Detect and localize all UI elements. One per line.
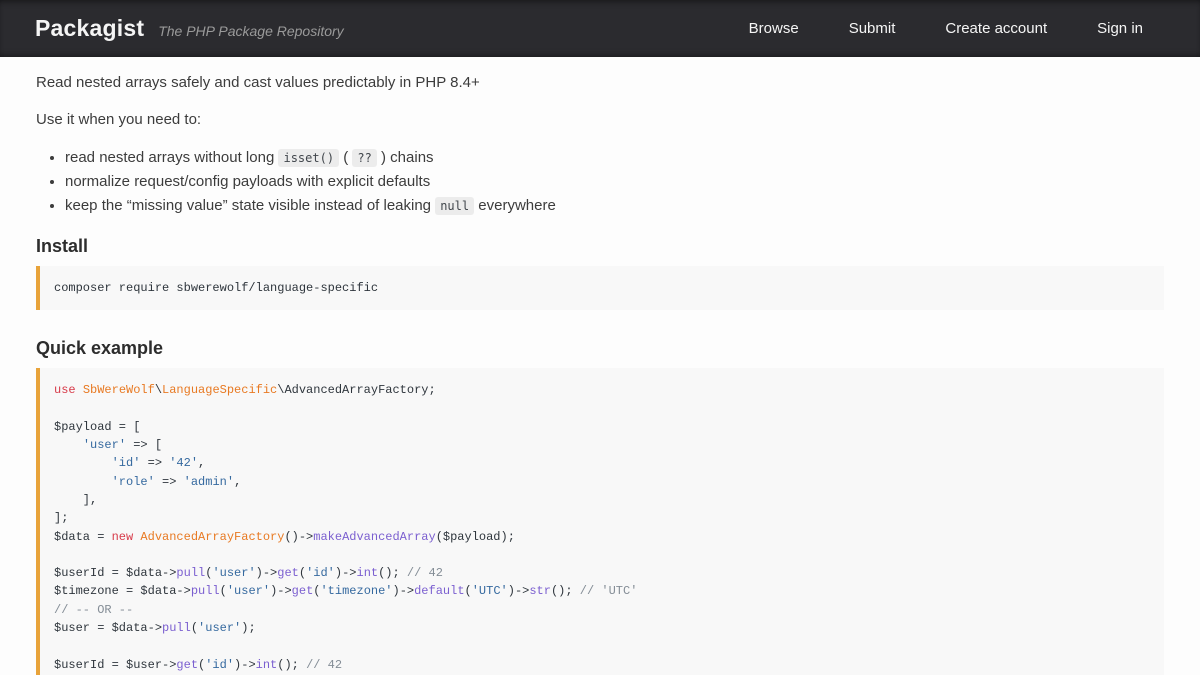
list-item: normalize request/config payloads with e… [65,170,1164,193]
install-command: composer require sbwerewolf/language-spe… [54,281,378,295]
readme-content: Read nested arrays safely and cast value… [0,57,1200,675]
nav-create-account[interactable]: Create account [945,20,1047,37]
site-logo[interactable]: Packagist [35,15,144,42]
list-item: read nested arrays without long isset() … [65,146,1164,170]
site-header: Packagist The PHP Package Repository Bro… [0,0,1200,57]
site-tagline: The PHP Package Repository [158,23,343,39]
example-code-block: use SbWereWolf\LanguageSpecific\Advanced… [36,368,1164,675]
use-cases-list: read nested arrays without long isset() … [36,146,1164,218]
inline-code: ?? [352,149,376,167]
intro-paragraph: Read nested arrays safely and cast value… [36,72,1164,93]
use-when-paragraph: Use it when you need to: [36,109,1164,130]
install-heading: Install [36,236,1164,257]
nav-sign-in[interactable]: Sign in [1097,20,1143,37]
list-item: keep the “missing value” state visible i… [65,194,1164,218]
inline-code: null [435,197,474,215]
nav-submit[interactable]: Submit [849,20,896,37]
logo-group: Packagist The PHP Package Repository [35,15,344,42]
header-nav: Browse Submit Create account Sign in [749,20,1143,37]
nav-browse[interactable]: Browse [749,20,799,37]
inline-code: isset() [278,149,339,167]
quick-example-heading: Quick example [36,338,1164,359]
install-code-block: composer require sbwerewolf/language-spe… [36,266,1164,310]
example-code: use SbWereWolf\LanguageSpecific\Advanced… [54,383,637,675]
